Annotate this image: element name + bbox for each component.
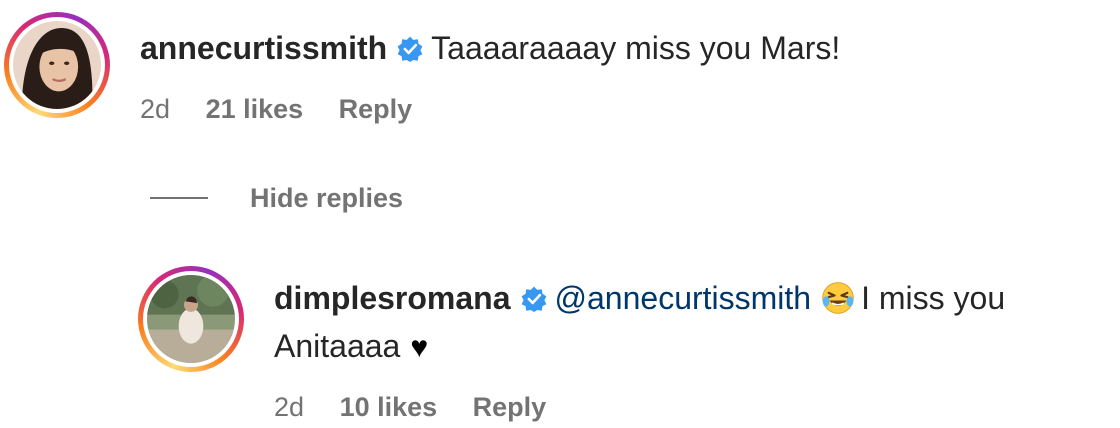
black-heart-icon: ♥ <box>410 331 429 364</box>
reply-username[interactable]: dimplesromana <box>274 280 511 316</box>
avatar-inner <box>143 271 239 367</box>
avatar-inner <box>9 17 105 113</box>
reply-mention-link[interactable]: @annecurtissmith <box>555 280 812 316</box>
hide-replies-button[interactable]: Hide replies <box>250 183 403 214</box>
comment-time[interactable]: 2d <box>140 92 170 126</box>
reply-reply-button[interactable]: Reply <box>473 390 547 424</box>
reply-text-line-1: dimplesromana @annecurtissmith I miss yo… <box>274 278 1005 318</box>
verified-badge-icon <box>397 36 423 62</box>
comment-text-line: annecurtissmith Taaaaraaaay miss you Mar… <box>140 28 840 68</box>
comment-meta: 2d 21 likes Reply <box>140 92 412 126</box>
reply-likes[interactable]: 10 likes <box>340 390 438 424</box>
hide-replies-divider <box>150 197 208 199</box>
reply-time[interactable]: 2d <box>274 390 304 424</box>
verified-badge-icon <box>521 286 546 312</box>
reply-body-part-1: I miss you <box>861 280 1006 316</box>
avatar-photo <box>13 21 101 109</box>
avatar-dimplesromana[interactable] <box>138 266 244 372</box>
hide-replies-row[interactable]: Hide replies <box>150 180 403 216</box>
avatar-annecurtissmith[interactable] <box>4 12 110 118</box>
laughing-tears-emoji-icon <box>822 282 854 314</box>
comment-username[interactable]: annecurtissmith <box>140 30 387 66</box>
reply-text-line-2: Anitaaaa ♥ <box>274 326 428 368</box>
comment-likes[interactable]: 21 likes <box>206 92 304 126</box>
comment-reply-button[interactable]: Reply <box>339 92 413 126</box>
avatar-photo <box>147 275 235 363</box>
comment-body: Taaaaraaaay miss you Mars! <box>431 30 841 66</box>
reply-meta: 2d 10 likes Reply <box>274 390 546 424</box>
reply-body-part-2: Anitaaaa <box>274 328 401 364</box>
